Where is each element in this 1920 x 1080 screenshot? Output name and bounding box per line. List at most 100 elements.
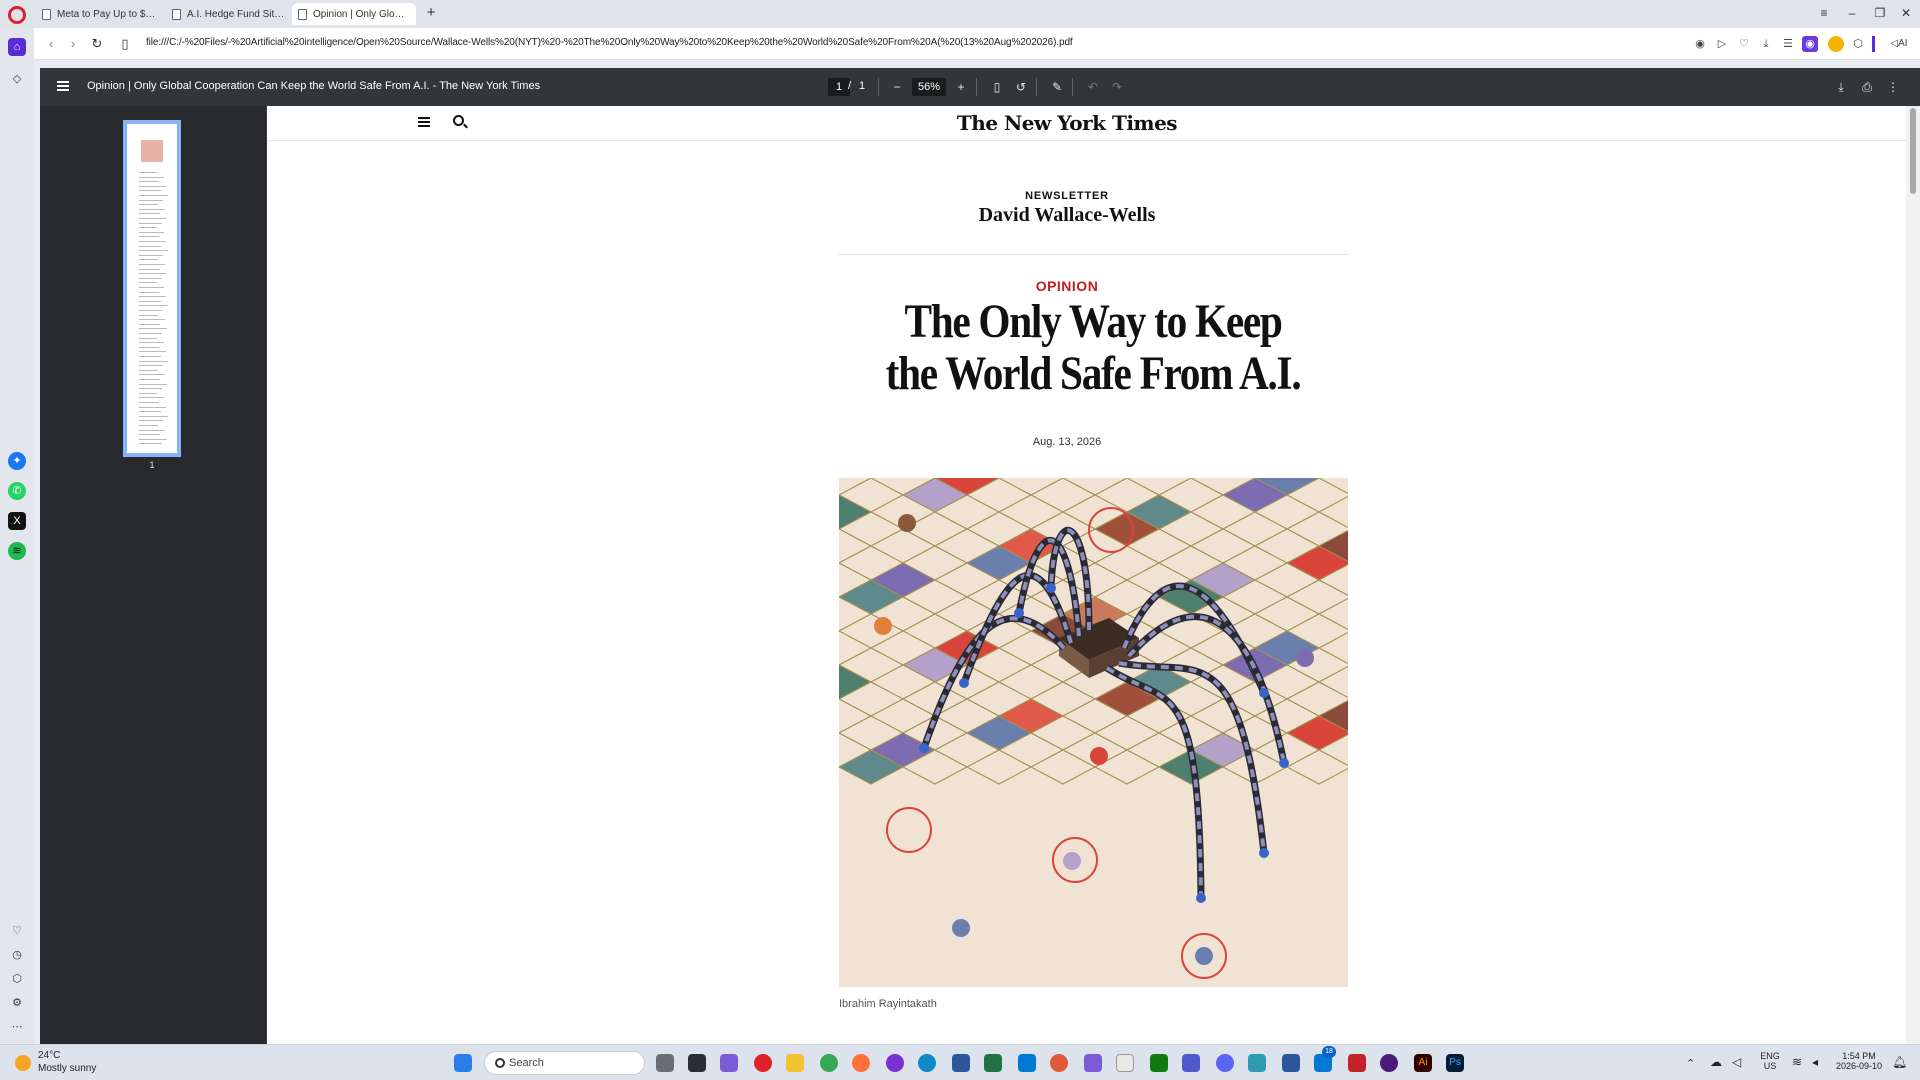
copilot-icon[interactable] — [720, 1054, 738, 1072]
tab-search-icon[interactable]: ≡ — [1814, 4, 1834, 22]
word-icon[interactable] — [952, 1054, 970, 1072]
scrollbar-thumb[interactable] — [1910, 108, 1916, 194]
opera-logo-icon[interactable] — [8, 6, 26, 24]
xbox-icon[interactable] — [1150, 1054, 1168, 1072]
decorative-dot — [874, 617, 892, 635]
author-name[interactable]: David Wallace-Wells — [867, 204, 1267, 227]
weather-sun-icon[interactable] — [15, 1055, 31, 1071]
fit-page-icon[interactable]: ▯ — [988, 78, 1006, 96]
annotate-pen-icon[interactable]: ✎ — [1048, 78, 1066, 96]
aria-ai-button[interactable]: ◁AI — [1886, 36, 1912, 52]
volume-icon[interactable]: ◂ — [1812, 1055, 1818, 1069]
app-icon[interactable] — [1248, 1054, 1266, 1072]
close-window-button[interactable]: ✕ — [1896, 4, 1916, 22]
illustrator-icon[interactable]: Ai — [1414, 1054, 1432, 1072]
restore-button[interactable]: ❐ — [1870, 4, 1890, 22]
section-label[interactable]: OPINION — [867, 278, 1267, 294]
windows-start-icon[interactable] — [454, 1054, 472, 1072]
history-icon[interactable]: ◷ — [8, 946, 26, 964]
download-icon[interactable]: ⤓ — [1832, 78, 1850, 96]
firefox-icon[interactable] — [852, 1054, 870, 1072]
page-thumbnail[interactable] — [123, 120, 181, 457]
pinboard-icon[interactable]: ◇ — [8, 70, 26, 88]
new-tab-button[interactable]: + — [423, 5, 439, 21]
thumbnail-text-line — [139, 208, 165, 210]
tab-label: Meta to Pay Up to $17.1 B — [57, 8, 158, 20]
thumbnail-text-line — [139, 204, 158, 206]
profile-icon[interactable]: ◉ — [1802, 36, 1818, 52]
teams-icon[interactable] — [1182, 1054, 1200, 1072]
app-icon[interactable] — [688, 1054, 706, 1072]
nyt-menu-icon[interactable] — [418, 117, 430, 127]
pdf-app-icon[interactable] — [1348, 1054, 1366, 1072]
rotate-icon[interactable]: ↺ — [1012, 78, 1030, 96]
app-icon[interactable] — [1084, 1054, 1102, 1072]
store-icon[interactable] — [1116, 1054, 1134, 1072]
cube-icon[interactable]: ⬡ — [1850, 36, 1866, 52]
tab-meta-article[interactable]: Meta to Pay Up to $17.1 B — [36, 3, 164, 25]
opera-taskbar-icon[interactable] — [754, 1054, 772, 1072]
page-number-input[interactable]: 1 — [828, 78, 850, 96]
edge-icon[interactable] — [918, 1054, 936, 1072]
taskbar-search-box[interactable]: Search — [484, 1051, 645, 1075]
task-view-icon[interactable] — [656, 1054, 674, 1072]
easy-setup-icon[interactable]: ☰ — [1780, 36, 1796, 52]
minimize-button[interactable]: – — [1842, 4, 1862, 22]
pdf-menu-icon[interactable] — [57, 81, 69, 91]
tab-opinion-article-active[interactable]: Opinion | Only Global Co — [292, 3, 416, 25]
undo-icon[interactable]: ↶ — [1084, 78, 1102, 96]
more-options-icon[interactable]: ⋮ — [1884, 78, 1902, 96]
app-icon[interactable] — [1380, 1054, 1398, 1072]
wifi-icon[interactable]: ≋ — [1792, 1055, 1802, 1069]
nyt-search-icon[interactable] — [453, 115, 464, 126]
location-icon[interactable]: ◁ — [1732, 1055, 1741, 1069]
download-icon[interactable]: ⤓ — [1758, 36, 1774, 52]
heart-icon[interactable]: ♡ — [1736, 36, 1752, 52]
nyt-masthead-logo[interactable]: The New York Times — [917, 111, 1217, 135]
photoshop-icon[interactable]: Ps — [1446, 1054, 1464, 1072]
decorative-dot — [952, 919, 970, 937]
send-icon[interactable]: ▷ — [1714, 36, 1730, 52]
redo-icon[interactable]: ↷ — [1108, 78, 1126, 96]
whatsapp-icon[interactable]: ✆ — [8, 482, 26, 500]
zoom-out-button[interactable]: − — [888, 78, 906, 96]
weather-description[interactable]: Mostly sunny — [38, 1063, 96, 1074]
app-icon[interactable] — [886, 1054, 904, 1072]
thumbnail-text-line — [139, 245, 161, 247]
app-icon[interactable] — [1050, 1054, 1068, 1072]
chevron-up-icon[interactable]: ⌃ — [1686, 1057, 1695, 1070]
file-explorer-icon[interactable] — [786, 1054, 804, 1072]
chrome-icon[interactable] — [820, 1054, 838, 1072]
thumbnail-text-line — [139, 323, 160, 325]
camera-icon[interactable]: ◉ — [1692, 36, 1708, 52]
x-twitter-icon[interactable]: X — [8, 512, 26, 530]
more-icon[interactable]: ⋯ — [8, 1018, 26, 1036]
vpn-icon[interactable] — [1828, 36, 1844, 52]
url-field[interactable]: file:///C:/-%20Files/-%20Artificial%20in… — [146, 37, 1073, 48]
onedrive-icon[interactable]: ☁ — [1710, 1055, 1722, 1069]
spotify-icon[interactable]: ≋ — [8, 542, 26, 560]
clock[interactable]: 1:54 PM 2026-09-10 — [1834, 1051, 1884, 1071]
thumbnail-text-line — [139, 415, 168, 417]
print-icon[interactable]: ⎙ — [1858, 78, 1876, 96]
reload-button[interactable]: ↻ — [88, 35, 106, 53]
back-button[interactable]: ‹ — [42, 35, 60, 53]
home-icon[interactable]: ⌂ — [8, 38, 26, 56]
app-icon[interactable]: 18 — [1314, 1046, 1336, 1072]
weather-temperature[interactable]: 24°C — [38, 1050, 60, 1061]
notifications-bell-icon[interactable]: 🔔︎ — [1892, 1055, 1907, 1069]
favorites-icon[interactable]: ♡ — [8, 922, 26, 940]
extensions-icon[interactable]: ⬡ — [8, 970, 26, 988]
notepad-icon[interactable] — [1282, 1054, 1300, 1072]
excel-icon[interactable] — [984, 1054, 1002, 1072]
forward-button[interactable]: › — [64, 35, 82, 53]
outlook-icon[interactable] — [1018, 1054, 1036, 1072]
settings-gear-icon[interactable]: ⚙ — [8, 994, 26, 1012]
language-indicator[interactable]: ENG US — [1758, 1051, 1782, 1071]
tab-hedge-fund-article[interactable]: A.I. Hedge Fund Situation — [166, 3, 294, 25]
zoom-in-button[interactable]: + — [952, 78, 970, 96]
messenger-icon[interactable]: ✦ — [8, 452, 26, 470]
zoom-level-input[interactable]: 56% — [912, 78, 946, 96]
discord-icon[interactable] — [1216, 1054, 1234, 1072]
vertical-scrollbar[interactable] — [1906, 106, 1920, 1044]
